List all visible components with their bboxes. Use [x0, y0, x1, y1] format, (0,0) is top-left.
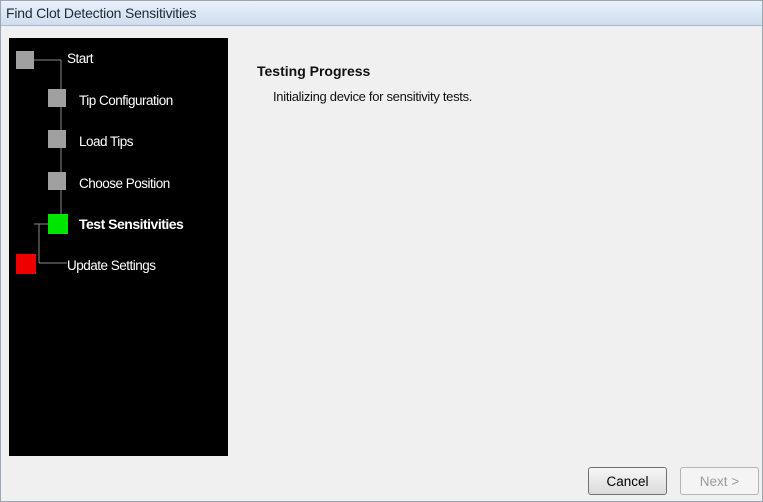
wizard-steps-panel: Start Tip Configuration Load Tips Choose… [9, 38, 228, 456]
window-title: Find Clot Detection Sensitivities [6, 5, 197, 21]
step-label-tip-configuration: Tip Configuration [79, 93, 173, 108]
step-marker-choose-position-icon [48, 172, 66, 190]
step-label-choose-position: Choose Position [79, 176, 170, 191]
step-label-start: Start [67, 51, 94, 66]
wizard-window: Find Clot Detection Sensitivities Start … [0, 0, 763, 502]
step-marker-update-settings-icon [16, 254, 36, 274]
cancel-button[interactable]: Cancel [588, 467, 667, 495]
title-bar[interactable]: Find Clot Detection Sensitivities [1, 1, 762, 26]
step-marker-start-icon [16, 51, 34, 69]
step-label-update-settings: Update Settings [67, 258, 156, 273]
step-label-test-sensitivities: Test Sensitivities [79, 216, 184, 232]
step-marker-load-tips-icon [48, 130, 66, 148]
step-label-load-tips: Load Tips [79, 134, 134, 149]
next-button[interactable]: Next > [680, 467, 759, 495]
status-message: Initializing device for sensitivity test… [273, 89, 473, 104]
panel-heading: Testing Progress [257, 63, 371, 79]
step-marker-tip-configuration-icon [48, 89, 66, 107]
step-marker-test-sensitivities-icon [48, 214, 68, 234]
